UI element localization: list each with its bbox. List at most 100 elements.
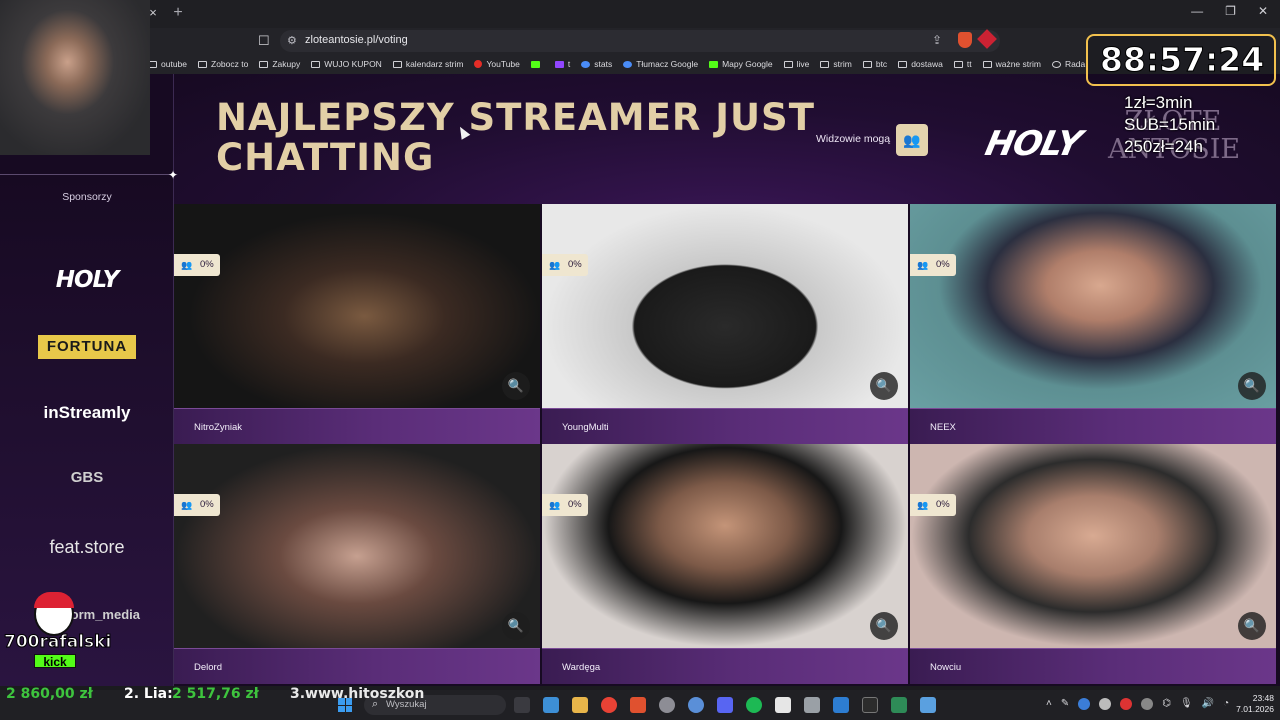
- tray-app-icon[interactable]: [1141, 698, 1154, 710]
- users-group-icon: 👥: [917, 260, 929, 270]
- zoom-in-icon[interactable]: 🔍: [1238, 372, 1266, 400]
- maximize-button[interactable]: ❐: [1225, 4, 1236, 18]
- nominee-card[interactable]: 👥 0% 🔍 YoungMulti: [542, 204, 908, 444]
- kick-badge: kick: [34, 654, 76, 669]
- brave-rewards-icon[interactable]: [977, 29, 997, 49]
- zoom-in-icon[interactable]: 🔍: [502, 372, 530, 400]
- taskbar-clock[interactable]: 23:48 7.01.2026: [1226, 693, 1274, 715]
- zoom-in-icon[interactable]: 🔍: [502, 612, 530, 640]
- close-window-button[interactable]: ✕: [1258, 4, 1268, 18]
- brave-shield-icon[interactable]: [958, 32, 972, 48]
- nominee-photo: [174, 204, 540, 408]
- bluetooth-icon[interactable]: [1078, 698, 1091, 710]
- vote-percent-badge: 👥 0%: [542, 254, 588, 276]
- bookmark-item[interactable]: Mapy Google: [709, 59, 773, 69]
- bookmark-item[interactable]: outube: [148, 59, 187, 69]
- address-bar[interactable]: ⚙ zloteantosie.pl/voting ⇪: [280, 29, 1000, 52]
- discord-icon[interactable]: [717, 697, 733, 713]
- users-group-icon: 👥: [181, 260, 193, 270]
- brave-icon[interactable]: [630, 697, 646, 713]
- photos-icon[interactable]: [543, 697, 559, 713]
- bookmark-item[interactable]: Zobocz to: [198, 59, 248, 69]
- network-icon[interactable]: ⌬: [1162, 698, 1171, 710]
- chevron-up-icon[interactable]: ˄: [1046, 698, 1052, 710]
- share-icon[interactable]: ⇪: [932, 33, 942, 47]
- app-icon[interactable]: [862, 697, 878, 713]
- spotify-icon[interactable]: [746, 697, 762, 713]
- vote-percent: 0%: [200, 259, 214, 270]
- bookmark-item[interactable]: [530, 60, 544, 68]
- bookmark-item[interactable]: stats: [581, 59, 612, 69]
- bookmark-item[interactable]: YouTube: [474, 59, 520, 69]
- zoom-in-icon[interactable]: 🔍: [870, 612, 898, 640]
- kick-icon: [530, 60, 540, 68]
- twitch-icon: [554, 60, 564, 68]
- bookmark-item[interactable]: ważne strim: [982, 59, 1041, 69]
- bookmark-item[interactable]: dostawa: [898, 59, 943, 69]
- sponsor-instreamly-logo[interactable]: inStreamly: [0, 403, 174, 423]
- sponsor-fortuna-logo[interactable]: FORTUNA: [38, 335, 136, 359]
- nominee-card[interactable]: 👥 0% 🔍 Wardęga: [542, 444, 908, 684]
- obs-icon[interactable]: [659, 697, 675, 713]
- site-settings-icon[interactable]: ⚙: [287, 34, 299, 48]
- bookmark-item[interactable]: kalendarz strim: [392, 59, 463, 69]
- task-view-icon[interactable]: [514, 697, 530, 713]
- voting-page: NAJLEPSZY STREAMER JUST CHATTING Widzowi…: [0, 74, 1280, 686]
- app-icon[interactable]: [833, 697, 849, 713]
- bookmark-item[interactable]: t: [554, 59, 570, 69]
- browser-tab-bar: × + — ❐ ✕: [0, 0, 1280, 28]
- app-icon[interactable]: [775, 697, 791, 713]
- bookmark-item[interactable]: btc: [862, 59, 887, 69]
- bookmark-page-icon[interactable]: ☐: [258, 33, 272, 49]
- file-explorer-icon[interactable]: [572, 697, 588, 713]
- folder-icon: [953, 60, 963, 68]
- folder-icon: [259, 60, 269, 68]
- bookmark-item[interactable]: Rada: [1051, 59, 1085, 69]
- chrome-icon[interactable]: [601, 697, 617, 713]
- holy-logo: HOLY: [981, 124, 1085, 164]
- bookmark-item[interactable]: strim: [820, 59, 852, 69]
- calculator-icon[interactable]: [804, 697, 820, 713]
- viewers-vote-button[interactable]: 👥: [896, 124, 928, 156]
- users-group-icon: 👥: [181, 500, 193, 510]
- bookmark-item[interactable]: live: [783, 59, 809, 69]
- url-text[interactable]: zloteantosie.pl/voting: [305, 34, 408, 46]
- folder-icon: [982, 60, 992, 68]
- bookmark-item[interactable]: WUJO KUPON: [311, 59, 382, 69]
- app-icon[interactable]: [688, 697, 704, 713]
- vote-percent: 0%: [936, 259, 950, 270]
- volume-icon[interactable]: 🔊: [1202, 698, 1214, 710]
- sponsor-featstore-logo[interactable]: feat.store: [0, 537, 174, 558]
- nominee-card[interactable]: 👥 0% 🔍 NEEX: [910, 204, 1276, 444]
- app-icon[interactable]: [920, 697, 936, 713]
- tray-app-icon[interactable]: [1099, 698, 1112, 710]
- nominee-card[interactable]: 👥 0% 🔍 Delord: [174, 444, 540, 684]
- sponsor-holy-logo[interactable]: HOLY: [0, 267, 174, 293]
- zoom-in-icon[interactable]: 🔍: [1238, 612, 1266, 640]
- nominee-card[interactable]: 👥 0% 🔍 NitroZyniak: [174, 204, 540, 444]
- pen-icon[interactable]: ✎: [1061, 698, 1069, 710]
- minimize-button[interactable]: —: [1191, 4, 1203, 18]
- notepad-icon[interactable]: [891, 697, 907, 713]
- subathon-timer: 88:57:24: [1099, 40, 1265, 80]
- new-tab-button[interactable]: +: [170, 4, 186, 22]
- folder-icon: [392, 60, 402, 68]
- nominee-grid: 👥 0% 🔍 NitroZyniak 👥 0% 🔍 YoungMulti 👥 0% 🔍…: [174, 204, 1280, 686]
- users-group-icon: 👥: [903, 132, 921, 148]
- nominee-photo: [542, 204, 908, 408]
- nominee-name-bar: YoungMulti: [542, 408, 908, 444]
- nominee-name-bar: NEEX: [910, 408, 1276, 444]
- microphone-icon[interactable]: 🎙: [1180, 698, 1193, 710]
- nominee-name: Wardęga: [562, 662, 601, 673]
- zoom-in-icon[interactable]: 🔍: [870, 372, 898, 400]
- vote-percent-badge: 👥 0%: [174, 254, 220, 276]
- folder-icon: [198, 60, 207, 68]
- tray-app-icon[interactable]: [1120, 698, 1133, 710]
- page-header: NAJLEPSZY STREAMER JUST CHATTING Widzowi…: [174, 74, 1280, 204]
- bookmark-item[interactable]: tt: [953, 59, 972, 69]
- nominee-card[interactable]: 👥 0% 🔍 Nowciu: [910, 444, 1276, 684]
- bookmark-item[interactable]: Tłumacz Google: [623, 59, 698, 69]
- vote-percent-badge: 👥 0%: [174, 494, 220, 516]
- bookmark-item[interactable]: Zakupy: [259, 59, 300, 69]
- sponsor-gbs-logo[interactable]: GBS: [0, 469, 174, 486]
